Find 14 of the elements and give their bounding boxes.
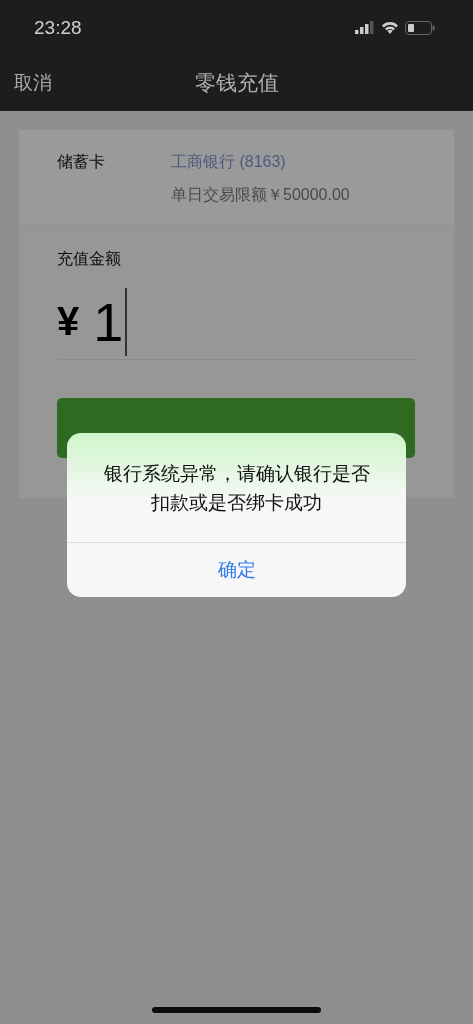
confirm-button[interactable]: 确定 <box>67 542 406 597</box>
amount-input[interactable]: 1 <box>93 290 124 353</box>
card-type-label: 储蓄卡 <box>57 152 106 173</box>
daily-limit-text: 单日交易限额￥50000.00 <box>171 185 350 205</box>
alert-message: 银行系统异常，请确认银行是否扣款或是否绑卡成功 <box>102 461 371 515</box>
amount-label: 充值金额 <box>57 249 122 270</box>
status-time: 23:28 <box>34 16 82 39</box>
text-cursor <box>125 287 128 356</box>
wifi-icon <box>381 21 399 34</box>
battery-icon <box>405 20 435 35</box>
currency-symbol: ¥ <box>57 299 80 344</box>
cancel-link[interactable]: 取消 <box>14 70 52 96</box>
signal-icon <box>355 21 375 34</box>
page-title: 零钱充值 <box>194 70 279 97</box>
